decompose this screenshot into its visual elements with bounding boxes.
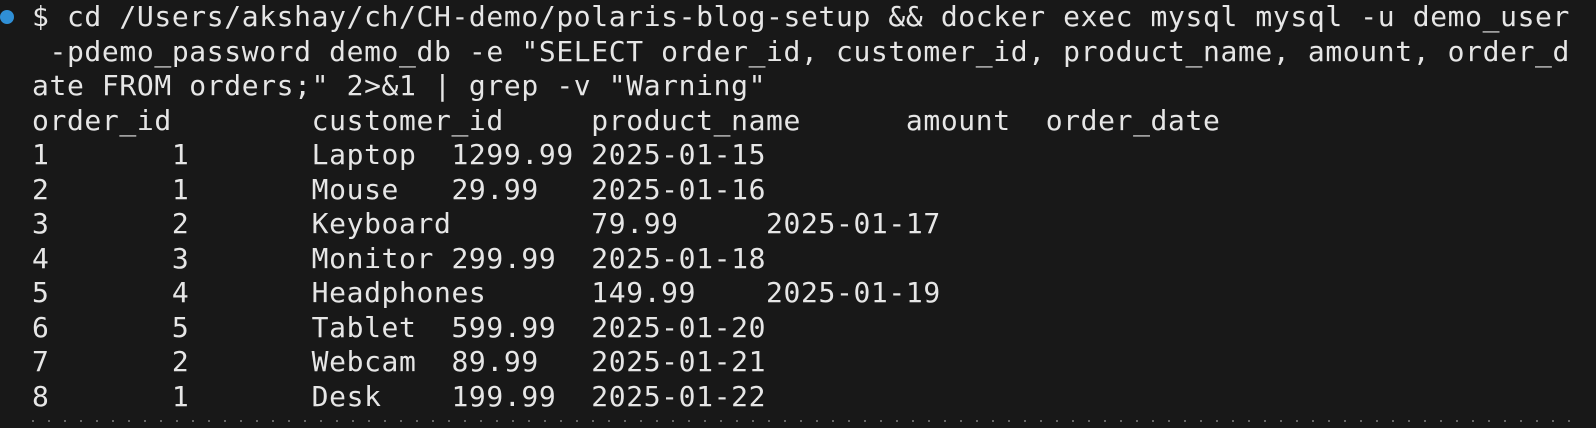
command-line-3: ate FROM orders;" 2>&1 | grep -v "Warnin… bbox=[32, 69, 767, 102]
query-result-row: 6 5 Tablet 599.99 2025-01-20 bbox=[32, 310, 767, 344]
query-result-row: 5 4 Headphones 149.99 2025-01-19 bbox=[32, 276, 941, 309]
terminal-window[interactable]: $ cd /Users/akshay/ch/CH-demo/polaris-bl… bbox=[0, 0, 1596, 428]
query-result-row: 3 2 Keyboard 79.99 2025-01-17 bbox=[32, 207, 941, 240]
query-result-row: 4 3 Monitor 299.99 2025-01-18 bbox=[32, 241, 767, 275]
clipped-next-line bbox=[32, 413, 1572, 428]
command-line-2: -pdemo_password demo_db -e "SELECT order… bbox=[32, 34, 1571, 68]
command-status-dot-icon bbox=[0, 10, 14, 24]
query-result-row: 7 2 Webcam 89.99 2025-01-21 bbox=[32, 345, 767, 378]
command-line-1: $ cd /Users/akshay/ch/CH-demo/polaris-bl… bbox=[32, 0, 1571, 33]
query-result-row: 2 1 Mouse 29.99 2025-01-16 bbox=[32, 172, 767, 206]
query-result-row: 8 1 Desk 199.99 2025-01-22 bbox=[32, 379, 767, 413]
query-result-row: 1 1 Laptop 1299.99 2025-01-15 bbox=[32, 138, 767, 171]
query-result-header: order_id customer_id product_name amount… bbox=[32, 103, 1221, 137]
